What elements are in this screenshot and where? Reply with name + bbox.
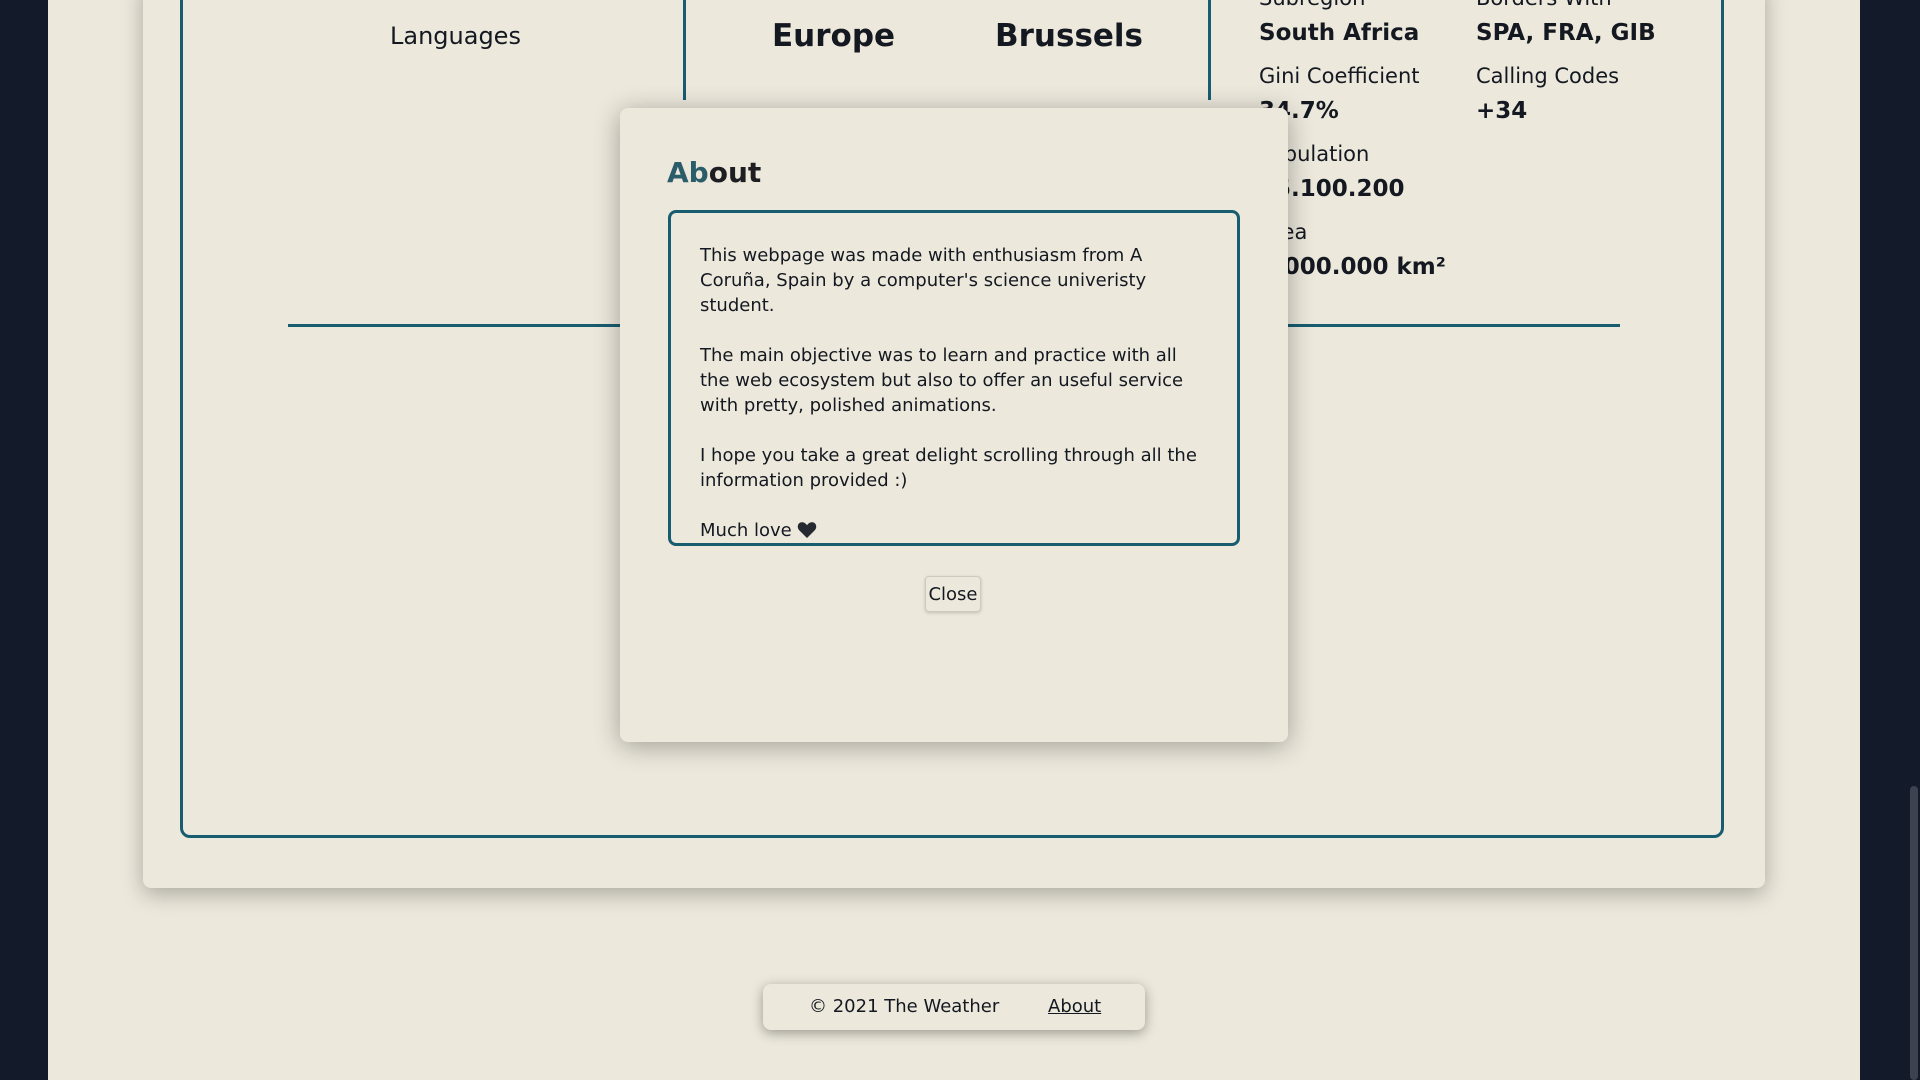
- footer-bar: © 2021 The Weather About: [763, 984, 1145, 1030]
- calling-codes-label: Calling Codes: [1476, 64, 1620, 88]
- capital-value: Brussels: [995, 18, 1143, 54]
- close-button[interactable]: Close: [925, 576, 981, 612]
- calling-codes-value: +34: [1476, 98, 1528, 124]
- about-modal: About This webpage was made with enthusi…: [620, 108, 1288, 742]
- sign-off-text: Much love: [700, 520, 792, 541]
- about-link[interactable]: About: [1048, 996, 1101, 1017]
- subregion-value: South Africa: [1259, 20, 1420, 46]
- modal-title-accent: Ab: [667, 156, 709, 189]
- region-value: Europe: [772, 18, 896, 54]
- scrollbar-thumb[interactable]: [1910, 786, 1918, 1080]
- modal-sign-off: Much love: [700, 518, 1209, 543]
- languages-label: Languages: [390, 22, 521, 50]
- column-divider-right: [1208, 0, 1211, 100]
- footer-copyright: © 2021 The Weather: [809, 996, 1000, 1017]
- column-divider-left: [683, 0, 686, 100]
- modal-title-rest: out: [708, 156, 762, 189]
- heart-icon: [797, 521, 817, 539]
- modal-title: About: [667, 156, 761, 189]
- modal-message-box: This webpage was made with enthusiasm fr…: [668, 210, 1240, 546]
- borders-value: SPA, FRA, GIB: [1476, 20, 1656, 46]
- modal-paragraph-3: I hope you take a great delight scrollin…: [700, 445, 1197, 491]
- gini-label: Gini Coefficient: [1259, 64, 1420, 88]
- subregion-label: Subregion: [1259, 0, 1365, 10]
- borders-label: Borders With: [1476, 0, 1612, 10]
- modal-paragraph-2: The main objective was to learn and prac…: [700, 345, 1184, 416]
- modal-paragraph-1: This webpage was made with enthusiasm fr…: [700, 245, 1147, 316]
